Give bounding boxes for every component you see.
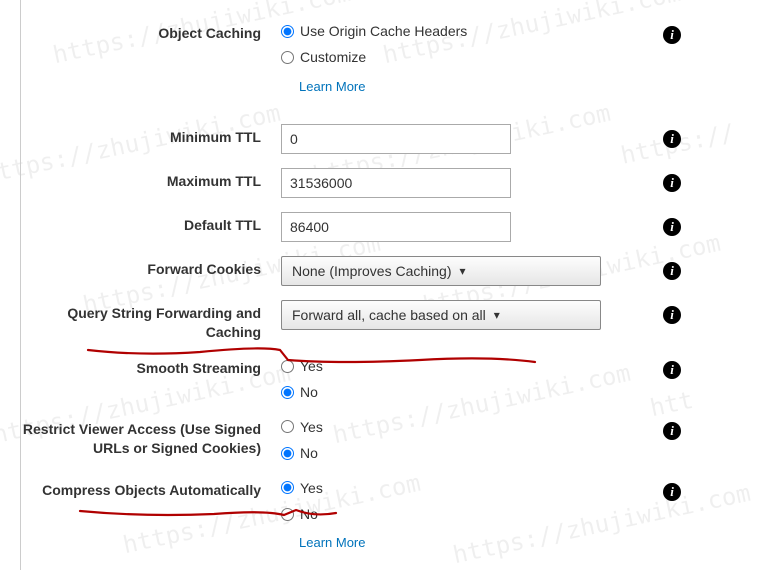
row-restrict-viewer: Restrict Viewer Access (Use Signed URLs …	[21, 416, 767, 465]
label-restrict-viewer: Restrict Viewer Access (Use Signed URLs …	[21, 416, 281, 459]
input-default-ttl[interactable]	[281, 212, 511, 242]
radio-compress-yes[interactable]	[281, 481, 294, 494]
label-min-ttl: Minimum TTL	[21, 124, 281, 148]
select-query-string[interactable]: Forward all, cache based on all ▾	[281, 300, 601, 330]
radio-label-restrict-yes: Yes	[300, 416, 323, 438]
radio-label-restrict-no: No	[300, 442, 318, 464]
radio-label-smooth-yes: Yes	[300, 355, 323, 377]
info-icon[interactable]: i	[663, 218, 681, 236]
chevron-down-icon: ▾	[460, 264, 466, 278]
select-forward-cookies[interactable]: None (Improves Caching) ▾	[281, 256, 601, 286]
radio-restrict-yes[interactable]	[281, 420, 294, 433]
info-icon[interactable]: i	[663, 130, 681, 148]
radio-smooth-yes[interactable]	[281, 360, 294, 373]
radio-label-customize: Customize	[300, 46, 366, 68]
info-icon[interactable]: i	[663, 262, 681, 280]
radio-compress-no[interactable]	[281, 508, 294, 521]
info-icon[interactable]: i	[663, 306, 681, 324]
info-icon[interactable]: i	[663, 483, 681, 501]
info-icon[interactable]: i	[663, 26, 681, 44]
link-learn-more-caching[interactable]: Learn More	[299, 79, 601, 94]
radio-label-smooth-no: No	[300, 381, 318, 403]
row-default-ttl: Default TTL i	[21, 212, 767, 244]
row-smooth-streaming: Smooth Streaming Yes No i	[21, 355, 767, 404]
label-forward-cookies: Forward Cookies	[21, 256, 281, 280]
label-object-caching: Object Caching	[21, 20, 281, 44]
label-smooth-streaming: Smooth Streaming	[21, 355, 281, 379]
row-forward-cookies: Forward Cookies None (Improves Caching) …	[21, 256, 767, 288]
select-forward-cookies-value: None (Improves Caching)	[292, 263, 452, 279]
form-container: Object Caching Use Origin Cache Headers …	[20, 0, 767, 570]
row-query-string: Query String Forwarding and Caching Forw…	[21, 300, 767, 343]
input-max-ttl[interactable]	[281, 168, 511, 198]
info-icon[interactable]: i	[663, 174, 681, 192]
label-max-ttl: Maximum TTL	[21, 168, 281, 192]
radio-label-compress-yes: Yes	[300, 477, 323, 499]
radio-smooth-no[interactable]	[281, 386, 294, 399]
radio-label-use-origin: Use Origin Cache Headers	[300, 20, 467, 42]
row-object-caching: Object Caching Use Origin Cache Headers …	[21, 20, 767, 94]
label-default-ttl: Default TTL	[21, 212, 281, 236]
label-query-string: Query String Forwarding and Caching	[21, 300, 281, 343]
radio-restrict-no[interactable]	[281, 447, 294, 460]
info-icon[interactable]: i	[663, 361, 681, 379]
input-min-ttl[interactable]	[281, 124, 511, 154]
row-compress: Compress Objects Automatically Yes No Le…	[21, 477, 767, 551]
chevron-down-icon: ▾	[494, 308, 500, 322]
info-icon[interactable]: i	[663, 422, 681, 440]
row-max-ttl: Maximum TTL i	[21, 168, 767, 200]
select-query-string-value: Forward all, cache based on all	[292, 307, 486, 323]
radio-customize[interactable]	[281, 51, 294, 64]
link-learn-more-compress[interactable]: Learn More	[299, 535, 601, 550]
label-compress: Compress Objects Automatically	[21, 477, 281, 501]
radio-use-origin-cache[interactable]	[281, 25, 294, 38]
row-min-ttl: Minimum TTL i	[21, 124, 767, 156]
radio-label-compress-no: No	[300, 503, 318, 525]
